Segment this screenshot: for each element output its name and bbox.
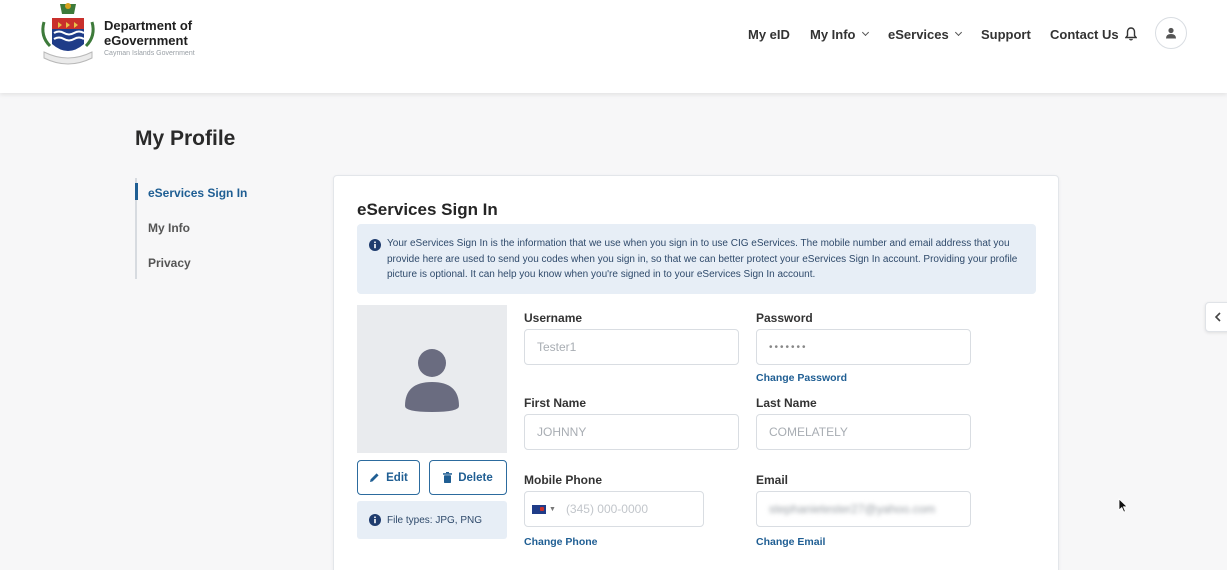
change-phone-link[interactable]: Change Phone xyxy=(524,536,598,548)
edit-photo-button[interactable]: Edit xyxy=(357,460,420,495)
side-panel-toggle[interactable] xyxy=(1205,302,1227,332)
sidenav-item-privacy[interactable]: Privacy xyxy=(148,256,191,270)
brand-line-1: Department of xyxy=(104,18,193,33)
chevron-down-icon xyxy=(954,28,962,37)
info-icon xyxy=(369,514,381,526)
mouse-cursor-icon xyxy=(1118,498,1128,519)
email-label: Email xyxy=(756,473,789,487)
site-header: Department of eGovernment Cayman Islands… xyxy=(0,0,1227,93)
brand-name[interactable]: Department of eGovernment Cayman Islands… xyxy=(104,18,195,57)
password-value: ••••••• xyxy=(769,341,808,353)
nav-my-eid[interactable]: My eID xyxy=(748,25,790,43)
trash-icon xyxy=(443,472,453,483)
nav-support[interactable]: Support xyxy=(981,25,1031,43)
nav-contact-us-label: Contact Us xyxy=(1050,26,1119,42)
last-name-field[interactable]: COMELATELY xyxy=(756,414,971,450)
first-name-label: First Name xyxy=(524,396,587,410)
chevron-left-icon xyxy=(1214,312,1221,322)
user-icon xyxy=(1166,27,1176,39)
nav-eservices-label: eServices xyxy=(888,26,949,42)
pencil-icon xyxy=(370,473,379,482)
password-field[interactable]: ••••••• xyxy=(756,329,971,365)
email-field[interactable]: stephanietester27@yahoo.com xyxy=(756,491,971,527)
change-email-link[interactable]: Change Email xyxy=(756,536,825,548)
nav-my-eid-label: My eID xyxy=(748,26,790,42)
nav-eservices[interactable]: eServices xyxy=(888,25,962,43)
mobile-phone-field[interactable]: ▼ (345) 000-0000 xyxy=(524,491,704,527)
sidenav-item-my-info[interactable]: My Info xyxy=(148,221,190,235)
brand-line-3: Cayman Islands Government xyxy=(104,50,195,57)
user-avatar-button[interactable] xyxy=(1155,17,1187,49)
bell-icon[interactable] xyxy=(1124,27,1137,41)
mobile-phone-label: Mobile Phone xyxy=(524,473,602,487)
info-icon xyxy=(369,238,381,256)
last-name-label: Last Name xyxy=(756,396,817,410)
cayman-coat-of-arms-logo[interactable] xyxy=(38,0,98,70)
caret-down-icon: ▼ xyxy=(549,505,556,513)
active-indicator xyxy=(135,183,138,200)
info-notice: Your eServices Sign In is the informatio… xyxy=(357,224,1036,294)
nav-support-label: Support xyxy=(981,26,1031,42)
info-text: Your eServices Sign In is the informatio… xyxy=(387,238,1018,280)
card-title: eServices Sign In xyxy=(357,200,498,219)
username-field[interactable]: Tester1 xyxy=(524,329,739,365)
profile-sidenav: eServices Sign In My Info Privacy xyxy=(135,178,285,279)
file-types-text: File types: JPG, PNG xyxy=(387,514,483,526)
cayman-flag-icon xyxy=(532,504,546,514)
sidenav-item-eservices-sign-in[interactable]: eServices Sign In xyxy=(148,186,247,200)
edit-button-label: Edit xyxy=(386,471,408,484)
delete-photo-button[interactable]: Delete xyxy=(429,460,507,495)
default-avatar-icon xyxy=(405,349,459,412)
password-label: Password xyxy=(756,311,813,325)
last-name-value: COMELATELY xyxy=(769,425,848,439)
profile-picture xyxy=(357,305,507,453)
delete-button-label: Delete xyxy=(458,471,493,484)
nav-my-info[interactable]: My Info xyxy=(810,25,869,43)
nav-contact-us[interactable]: Contact Us xyxy=(1050,25,1137,43)
brand-line-2: eGovernment xyxy=(104,33,188,48)
nav-my-info-label: My Info xyxy=(810,26,856,42)
country-code-select[interactable]: ▼ xyxy=(532,504,556,514)
mobile-phone-placeholder: (345) 000-0000 xyxy=(565,502,648,516)
page-title: My Profile xyxy=(135,127,236,150)
username-label: Username xyxy=(524,311,583,325)
first-name-field[interactable]: JOHNNY xyxy=(524,414,739,450)
change-password-link[interactable]: Change Password xyxy=(756,372,847,384)
username-value: Tester1 xyxy=(537,340,577,354)
file-types-note: File types: JPG, PNG xyxy=(357,501,507,539)
email-value: stephanietester27@yahoo.com xyxy=(769,502,936,516)
first-name-value: JOHNNY xyxy=(537,425,587,439)
chevron-down-icon xyxy=(861,28,869,37)
eservices-sign-in-card: eServices Sign In Your eServices Sign In… xyxy=(333,175,1059,570)
